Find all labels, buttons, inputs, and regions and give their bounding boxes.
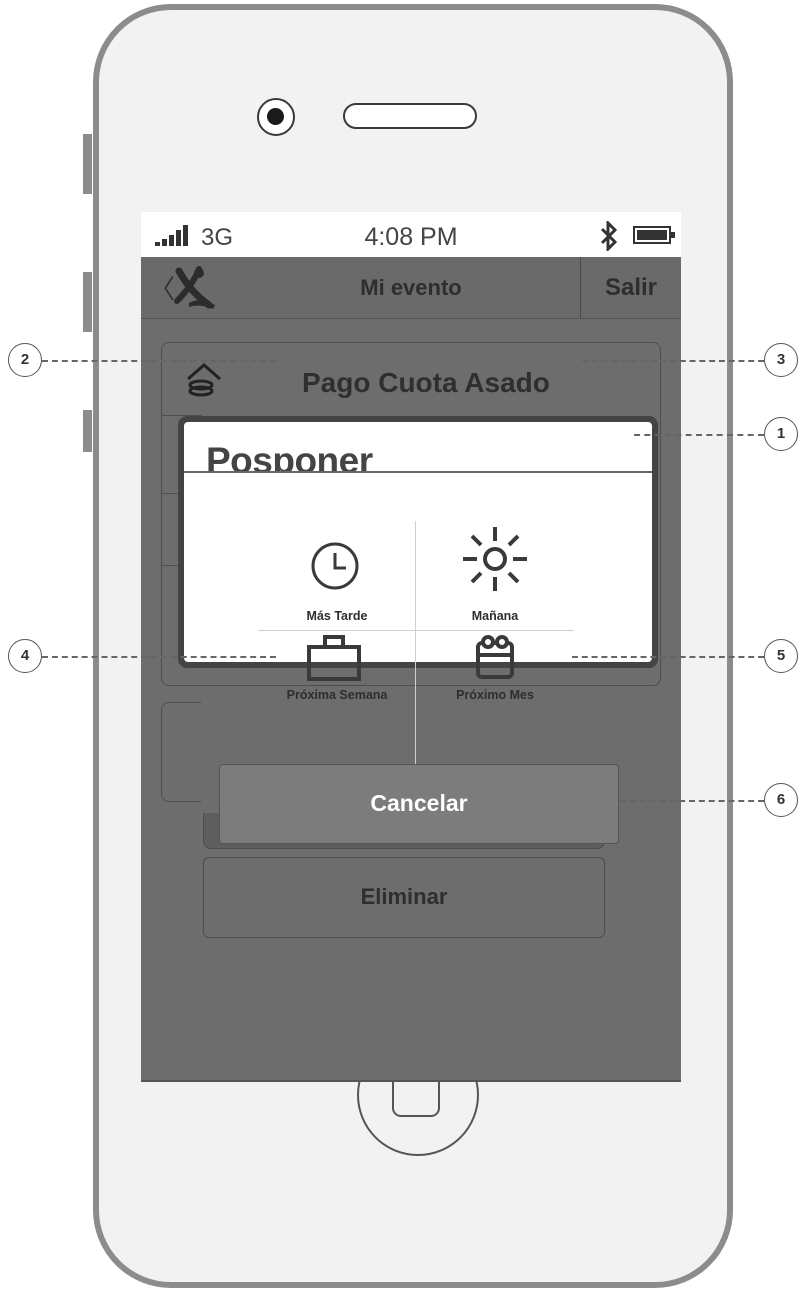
front-camera xyxy=(257,98,295,136)
option-next-week[interactable]: Próxima Semana xyxy=(258,631,415,769)
background-option-box xyxy=(161,702,201,802)
nav-bar: 〈 Mi evento Salir xyxy=(141,257,681,319)
calendar-icon xyxy=(476,635,514,679)
bluetooth-icon xyxy=(600,221,618,251)
callout-3: 3 xyxy=(764,343,798,377)
callout-2: 2 xyxy=(8,343,42,377)
status-bar: 3G 4:08 PM xyxy=(141,212,681,257)
exit-button[interactable]: Salir xyxy=(581,257,681,318)
callout-line-5 xyxy=(572,656,764,658)
delete-button[interactable]: Eliminar xyxy=(203,857,605,938)
briefcase-icon xyxy=(307,635,361,681)
cancel-button[interactable]: Cancelar xyxy=(219,764,619,844)
callout-line-3 xyxy=(582,360,764,362)
volume-down-button xyxy=(83,410,92,452)
payment-hand-coins-icon xyxy=(187,363,221,397)
battery-icon xyxy=(633,226,675,244)
callout-line-2 xyxy=(42,360,276,362)
callout-line-6 xyxy=(620,800,764,802)
option-next-month[interactable]: Próximo Mes xyxy=(416,631,574,769)
callout-4: 4 xyxy=(8,639,42,673)
volume-up-button xyxy=(83,272,92,332)
callout-6: 6 xyxy=(764,783,798,817)
mute-switch xyxy=(83,134,92,194)
option-next-month-label: Próximo Mes xyxy=(456,688,534,702)
callout-line-1 xyxy=(634,434,764,436)
event-card-title: Pago Cuota Asado xyxy=(302,367,550,398)
option-tomorrow[interactable]: Mañana xyxy=(416,521,574,630)
clock-icon xyxy=(311,542,359,590)
sun-icon xyxy=(463,527,527,591)
callout-line-4 xyxy=(42,656,276,658)
option-later[interactable]: Más Tarde xyxy=(258,521,415,630)
callout-1: 1 xyxy=(764,417,798,451)
callout-5: 5 xyxy=(764,639,798,673)
earpiece-speaker xyxy=(343,103,477,129)
option-tomorrow-label: Mañana xyxy=(471,609,519,623)
